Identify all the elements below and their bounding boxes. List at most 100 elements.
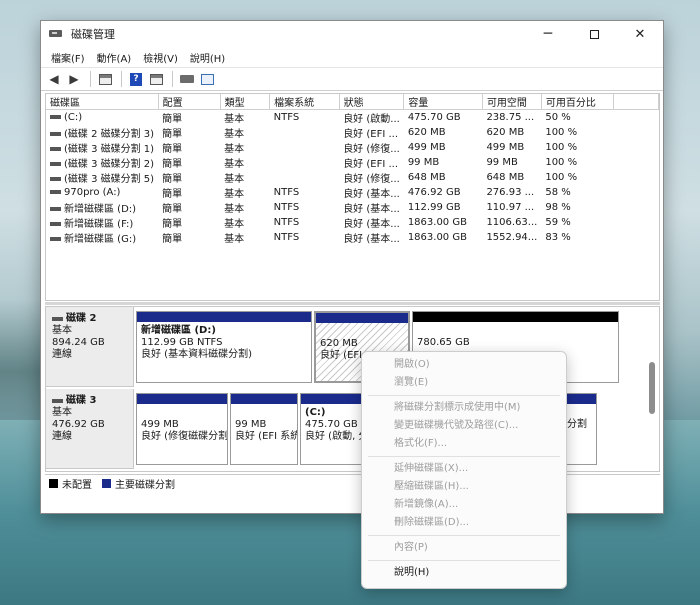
context-menu-item[interactable]: 瀏覽(E) xyxy=(362,374,566,392)
help-button[interactable]: ? xyxy=(127,70,145,88)
cell-text: 620 MB xyxy=(486,127,525,138)
volume-icon xyxy=(50,190,61,194)
show-hide-button[interactable] xyxy=(147,70,165,88)
context-menu-item[interactable]: 格式化(F)... xyxy=(362,435,566,453)
table-cell: 簡單 xyxy=(158,200,220,215)
column-header-layout[interactable]: 配置 xyxy=(158,94,221,110)
column-header-percent-free[interactable]: 可用百分比 xyxy=(541,94,615,110)
context-menu-item[interactable]: 變更磁碟機代號及路徑(C)... xyxy=(362,417,566,435)
table-cell: 基本 xyxy=(220,155,270,170)
column-header-status[interactable]: 狀態 xyxy=(339,94,405,110)
toolbar-separator xyxy=(90,71,91,87)
column-header-type[interactable]: 類型 xyxy=(220,94,271,110)
context-menu-item[interactable]: 新增鏡像(A)... xyxy=(362,496,566,514)
table-cell: 簡單 xyxy=(158,155,220,170)
cell-text: 新增磁碟區 (D:) xyxy=(64,204,137,215)
volume-icon xyxy=(50,162,61,166)
disk-3-status: 連線 xyxy=(52,431,72,442)
disk-3-label[interactable]: 磁碟 3 基本 476.92 GB 連線 xyxy=(46,389,134,469)
table-cell: 基本 xyxy=(220,215,270,230)
table-cell: (磁碟 2 磁碟分割 3) xyxy=(46,125,158,140)
cell-text: (磁碟 2 磁碟分割 3) xyxy=(64,129,155,140)
disk-2-row: 磁碟 2 基本 894.24 GB 連線 新增磁碟區 (D:) 112.99 G… xyxy=(46,307,659,389)
cell-text: 98 % xyxy=(545,202,571,213)
table-cell: 簡單 xyxy=(158,185,220,200)
menu-action[interactable]: 動作(A) xyxy=(93,50,136,65)
legend: 未配置 主要磁碟分割 xyxy=(45,474,660,492)
vertical-scrollbar-thumb[interactable] xyxy=(649,362,655,414)
forward-button[interactable]: ▶ xyxy=(65,70,83,88)
maximize-button[interactable] xyxy=(571,21,617,47)
column-header-file-system[interactable]: 檔案系統 xyxy=(269,94,340,110)
partition-efi-disk3-name xyxy=(235,407,293,419)
legend-swatch-unallocated xyxy=(49,479,58,488)
table-cell: (磁碟 3 磁碟分割 2) xyxy=(46,155,158,170)
minimize-button[interactable]: ─ xyxy=(525,21,571,47)
table-row[interactable]: 新增磁碟區 (D:) 簡單 基本 NTFS 良好 (基本... 112.99 GB 110.… xyxy=(46,200,659,215)
console-tree-button[interactable] xyxy=(96,70,114,88)
column-header-volume[interactable]: 磁碟區 xyxy=(46,94,159,110)
table-row[interactable]: (磁碟 2 磁碟分割 3) 簡單 基本 良好 (EFI ... 620 MB 620 MB… xyxy=(46,125,659,140)
context-menu-item[interactable]: 開啟(O) xyxy=(362,356,566,374)
cell-text: NTFS xyxy=(273,232,300,243)
partition-d[interactable]: 新增磁碟區 (D:) 112.99 GB NTFS 良好 (基本資料磁碟分割) xyxy=(136,311,312,383)
console-tree-icon xyxy=(98,73,112,85)
disk-2-status: 連線 xyxy=(52,349,72,360)
context-menu-item[interactable]: 壓縮磁碟區(H)... xyxy=(362,478,566,496)
menu-file[interactable]: 檔案(F) xyxy=(47,50,89,65)
partition-unallocated-size: 780.65 GB xyxy=(417,337,470,348)
context-menu-separator xyxy=(368,395,560,396)
context-menu-item[interactable]: 將磁碟分割標示成使用中(M) xyxy=(362,399,566,417)
table-cell: 簡單 xyxy=(158,110,220,125)
cell-text: 100 % xyxy=(545,127,578,138)
context-menu-item[interactable]: 說明(H) xyxy=(362,564,566,582)
table-cell: 基本 xyxy=(220,170,270,185)
partition-efi-disk3[interactable]: 99 MB 良好 (EFI 系統 xyxy=(230,393,298,465)
cell-text: 基本 xyxy=(224,159,245,170)
table-cell: 良好 (修復... xyxy=(339,140,404,155)
pane-splitter[interactable] xyxy=(45,302,660,305)
table-cell: 1863.00 GB xyxy=(404,230,483,245)
partition-bar xyxy=(137,394,227,404)
disk-2-type: 基本 xyxy=(52,325,72,336)
table-row[interactable]: 新增磁碟區 (G:) 簡單 基本 NTFS 良好 (基本... 1863.00 GB 155… xyxy=(46,230,659,245)
table-cell: 簡單 xyxy=(158,215,220,230)
cell-text: 99 MB xyxy=(407,157,440,168)
table-cell: 簡單 xyxy=(158,125,220,140)
table-row[interactable]: (C:) 簡單 基本 NTFS 良好 (啟動... 475.70 GB 238.75 ...… xyxy=(46,110,659,126)
table-cell: 648 MB xyxy=(482,170,541,185)
cell-text: 基本 xyxy=(224,204,245,215)
context-menu-item[interactable]: 延伸磁碟區(X)... xyxy=(362,460,566,478)
table-cell: 100 % xyxy=(541,140,613,155)
cell-text: 基本 xyxy=(224,114,245,125)
partition-recovery-1[interactable]: 499 MB 良好 (修復磁碟分割 xyxy=(136,393,228,465)
volume-icon xyxy=(50,222,61,226)
context-menu-item[interactable]: 內容(P) xyxy=(362,539,566,557)
cell-text: 50 % xyxy=(545,112,571,123)
cell-text: 648 MB xyxy=(486,172,525,183)
column-header-capacity[interactable]: 容量 xyxy=(403,94,483,110)
table-row[interactable]: 970pro (A:) 簡單 基本 NTFS 良好 (基本... 476.92 GB 276… xyxy=(46,185,659,200)
properties-button[interactable] xyxy=(198,70,216,88)
cell-text: 112.99 GB xyxy=(407,202,461,213)
back-button[interactable]: ◀ xyxy=(45,70,63,88)
table-row[interactable]: (磁碟 3 磁碟分割 1) 簡單 基本 良好 (修復... 499 MB 499 MB 10… xyxy=(46,140,659,155)
disk-3-row: 磁碟 3 基本 476.92 GB 連線 499 MB 良好 (修復磁碟分割 9… xyxy=(46,389,659,471)
disk-icon xyxy=(52,399,63,403)
cell-text: 1863.00 GB xyxy=(407,232,467,243)
volume-icon xyxy=(50,177,61,181)
table-row[interactable]: (磁碟 3 磁碟分割 5) 簡單 基本 良好 (修復... 648 MB 648 MB 10… xyxy=(46,170,659,185)
context-menu-item[interactable]: 刪除磁碟區(D)... xyxy=(362,514,566,532)
table-row[interactable]: 新增磁碟區 (F:) 簡單 基本 NTFS 良好 (基本... 1863.00 GB 110… xyxy=(46,215,659,230)
column-header-free-space[interactable]: 可用空間 xyxy=(482,94,542,110)
disk-button[interactable] xyxy=(178,70,196,88)
window-title: 磁碟管理 xyxy=(71,28,115,41)
menu-help[interactable]: 說明(H) xyxy=(186,50,229,65)
table-cell: 276.93 ... xyxy=(482,185,541,200)
table-row[interactable]: (磁碟 3 磁碟分割 2) 簡單 基本 良好 (EFI ... 99 MB 99 MB 10… xyxy=(46,155,659,170)
disk-2-label[interactable]: 磁碟 2 基本 894.24 GB 連線 xyxy=(46,307,134,387)
close-button[interactable]: ✕ xyxy=(617,21,663,47)
title-bar: 磁碟管理 ─ ✕ xyxy=(41,21,663,47)
table-cell-filler xyxy=(614,110,659,126)
menu-view[interactable]: 檢視(V) xyxy=(139,50,182,65)
